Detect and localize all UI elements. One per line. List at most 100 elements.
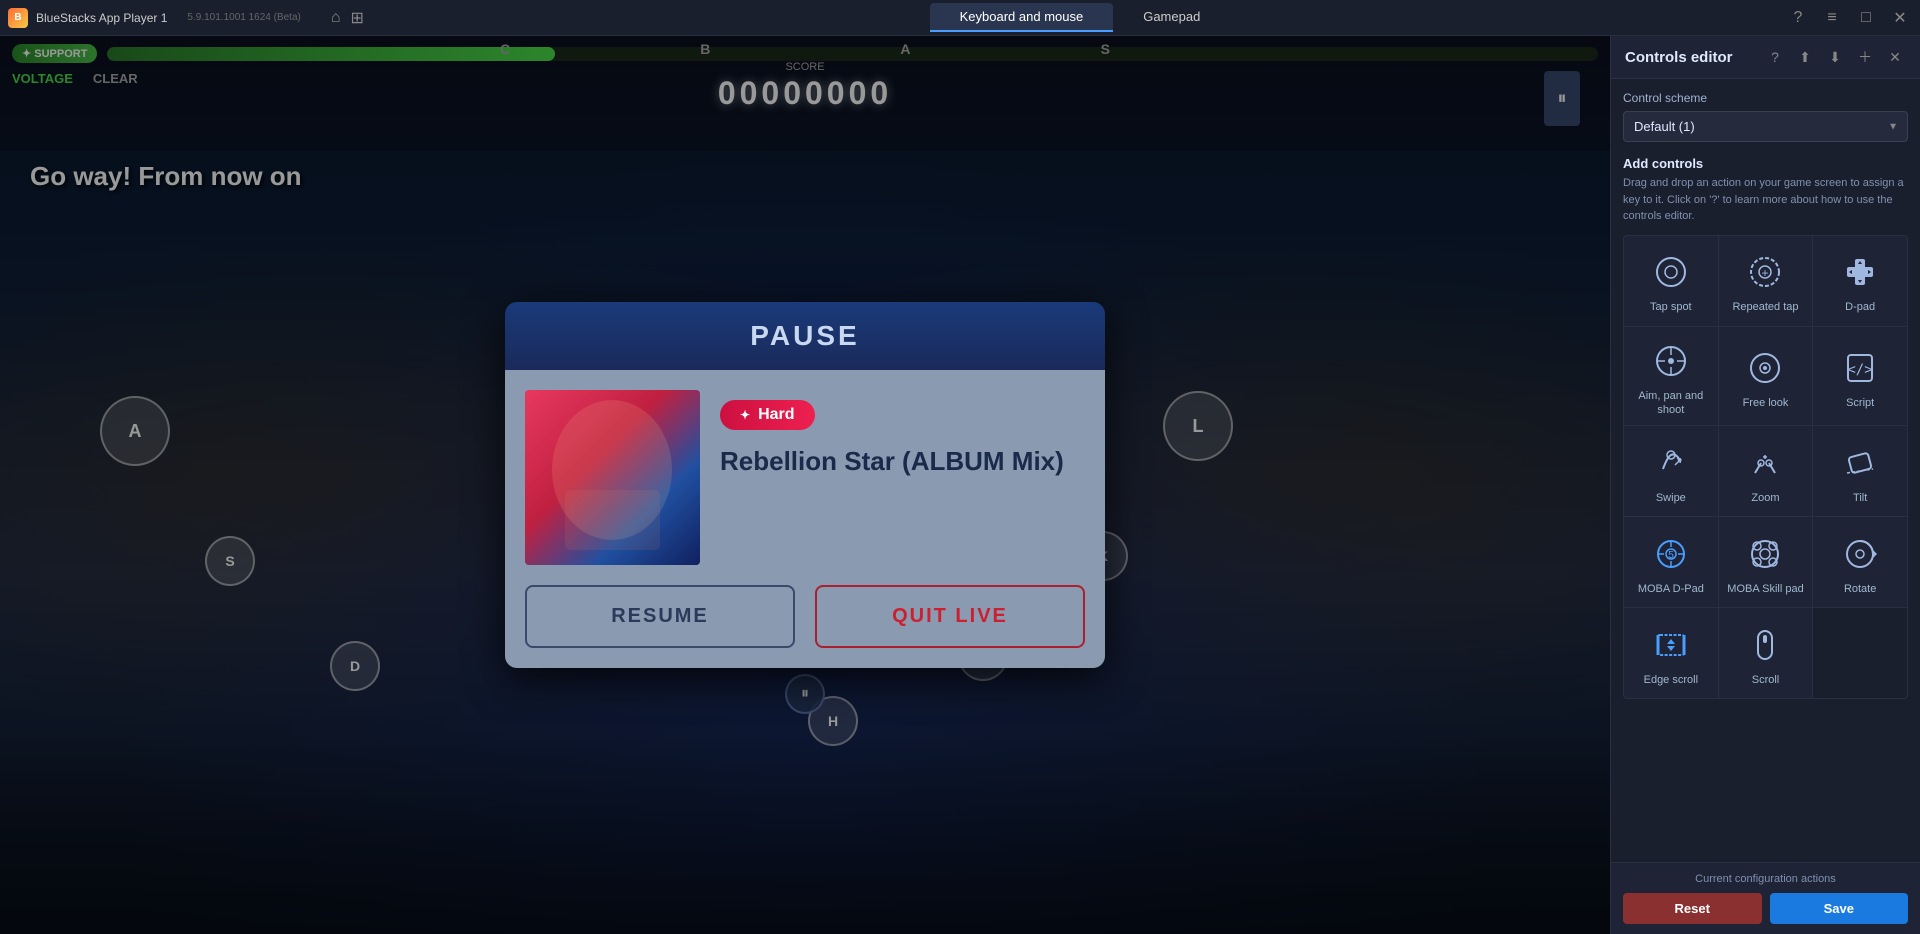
moba-skill-icon [1743, 532, 1787, 576]
repeated-tap-icon: + [1743, 250, 1787, 294]
game-area: ✦ SUPPORT VOLTAGE CLEAR C B A S SCORE 00… [0, 36, 1610, 934]
tab-keyboard[interactable]: Keyboard and mouse [930, 3, 1114, 32]
free-look-icon [1743, 346, 1787, 390]
control-empty [1813, 608, 1907, 698]
song-art [525, 390, 700, 565]
pause-title: PAUSE [523, 320, 1087, 352]
svg-text:+: + [1762, 266, 1769, 280]
panel-title-icons: ? ⬆ ⬇ ＋ ✕ [1764, 46, 1906, 68]
d-pad-label: D-pad [1845, 300, 1875, 314]
pause-dialog: PAUSE [505, 302, 1105, 668]
song-thumbnail [525, 390, 700, 565]
difficulty-badge: Hard [720, 400, 815, 430]
rotate-icon [1838, 532, 1882, 576]
control-zoom[interactable]: Zoom [1719, 426, 1813, 516]
control-free-look[interactable]: Free look [1719, 327, 1813, 426]
svg-text:</>: </> [1848, 362, 1873, 378]
panel-titlebar: Controls editor ? ⬆ ⬇ ＋ ✕ [1611, 36, 1920, 79]
control-scroll[interactable]: Scroll [1719, 608, 1813, 698]
control-moba-dpad[interactable]: 5 MOBA D-Pad [1624, 517, 1718, 607]
control-rotate[interactable]: Rotate [1813, 517, 1907, 607]
app-title: BlueStacks App Player 1 [36, 11, 167, 25]
controls-grid: Tap spot + Repeated tap [1623, 235, 1908, 700]
tilt-icon [1838, 441, 1882, 485]
moba-skill-label: MOBA Skill pad [1727, 582, 1803, 596]
titlebar: B BlueStacks App Player 1 5.9.101.1001 1… [0, 0, 1920, 36]
close-button[interactable]: ✕ [1888, 6, 1912, 30]
resume-button[interactable]: RESUME [525, 585, 795, 648]
difficulty-label: Hard [758, 406, 794, 424]
control-aim-pan[interactable]: Aim, pan and shoot [1624, 327, 1718, 426]
panel-title: Controls editor [1625, 49, 1733, 66]
pause-content-row: Hard Rebellion Star (ALBUM Mix) [525, 390, 1085, 565]
main-content: ✦ SUPPORT VOLTAGE CLEAR C B A S SCORE 00… [0, 36, 1920, 934]
add-controls-title: Add controls [1623, 156, 1908, 171]
edge-scroll-icon [1649, 623, 1693, 667]
panel-help-button[interactable]: ? [1764, 46, 1786, 68]
pause-header: PAUSE [505, 302, 1105, 370]
save-button[interactable]: Save [1770, 893, 1909, 924]
pause-buttons: RESUME QUIT LIVE [525, 585, 1085, 648]
help-button[interactable]: ? [1786, 6, 1810, 30]
minimize-button[interactable]: □ [1854, 6, 1878, 30]
moba-dpad-icon: 5 [1649, 532, 1693, 576]
edge-scroll-label: Edge scroll [1644, 673, 1698, 687]
rotate-label: Rotate [1844, 582, 1876, 596]
panel-body: Control scheme Default (1) Add controls … [1611, 79, 1920, 862]
script-label: Script [1846, 396, 1874, 410]
tabs-area: Keyboard and mouse Gamepad [374, 3, 1786, 32]
footer-label: Current configuration actions [1623, 873, 1908, 885]
control-scheme-section: Control scheme Default (1) [1623, 91, 1908, 142]
panel-export-button[interactable]: ⬇ [1824, 46, 1846, 68]
home-icon[interactable]: ⌂ [331, 9, 341, 27]
pause-overlay: PAUSE [0, 36, 1610, 934]
song-title: Rebellion Star (ALBUM Mix) [720, 445, 1085, 479]
tilt-label: Tilt [1853, 491, 1867, 505]
app-version: 5.9.101.1001 1624 (Beta) [187, 12, 300, 23]
control-edge-scroll[interactable]: Edge scroll [1624, 608, 1718, 698]
tab-gamepad[interactable]: Gamepad [1113, 3, 1230, 32]
scheme-select-wrapper: Default (1) [1623, 111, 1908, 142]
song-info: Hard Rebellion Star (ALBUM Mix) [720, 390, 1085, 565]
svg-text:5: 5 [1668, 550, 1674, 561]
add-controls-desc: Drag and drop an action on your game scr… [1623, 175, 1908, 225]
footer-buttons: Reset Save [1623, 893, 1908, 924]
swipe-label: Swipe [1656, 491, 1686, 505]
swipe-icon [1649, 441, 1693, 485]
zoom-label: Zoom [1751, 491, 1779, 505]
control-script[interactable]: </> Script [1813, 327, 1907, 426]
quit-button[interactable]: QUIT LIVE [815, 585, 1085, 648]
d-pad-icon [1838, 250, 1882, 294]
aim-pan-label: Aim, pan and shoot [1630, 389, 1712, 418]
panel-add-scheme-button[interactable]: ＋ [1854, 46, 1876, 68]
panel-footer: Current configuration actions Reset Save [1611, 862, 1920, 934]
zoom-icon [1743, 441, 1787, 485]
scroll-icon [1743, 623, 1787, 667]
repeated-tap-label: Repeated tap [1732, 300, 1798, 314]
menu-button[interactable]: ≡ [1820, 6, 1844, 30]
panel-import-button[interactable]: ⬆ [1794, 46, 1816, 68]
control-tap-spot[interactable]: Tap spot [1624, 236, 1718, 326]
control-repeated-tap[interactable]: + Repeated tap [1719, 236, 1813, 326]
tap-spot-label: Tap spot [1650, 300, 1692, 314]
scheme-select[interactable]: Default (1) [1623, 111, 1908, 142]
control-moba-skill[interactable]: MOBA Skill pad [1719, 517, 1813, 607]
control-swipe[interactable]: Swipe [1624, 426, 1718, 516]
scroll-label: Scroll [1752, 673, 1780, 687]
panel-close-button[interactable]: ✕ [1884, 46, 1906, 68]
reset-button[interactable]: Reset [1623, 893, 1762, 924]
aim-pan-icon [1649, 339, 1693, 383]
grid-icon[interactable]: ⊞ [351, 8, 364, 28]
add-controls-section: Add controls Drag and drop an action on … [1623, 156, 1908, 225]
control-tilt[interactable]: Tilt [1813, 426, 1907, 516]
control-d-pad[interactable]: D-pad [1813, 236, 1907, 326]
moba-dpad-label: MOBA D-Pad [1638, 582, 1704, 596]
app-icon: B [8, 8, 28, 28]
pause-body: Hard Rebellion Star (ALBUM Mix) RESUME Q… [505, 370, 1105, 668]
free-look-label: Free look [1743, 396, 1789, 410]
script-icon: </> [1838, 346, 1882, 390]
title-right-buttons: ? ≡ □ ✕ [1786, 6, 1912, 30]
scheme-section-label: Control scheme [1623, 91, 1908, 105]
controls-panel: Controls editor ? ⬆ ⬇ ＋ ✕ Control scheme… [1610, 36, 1920, 934]
tap-spot-icon [1649, 250, 1693, 294]
